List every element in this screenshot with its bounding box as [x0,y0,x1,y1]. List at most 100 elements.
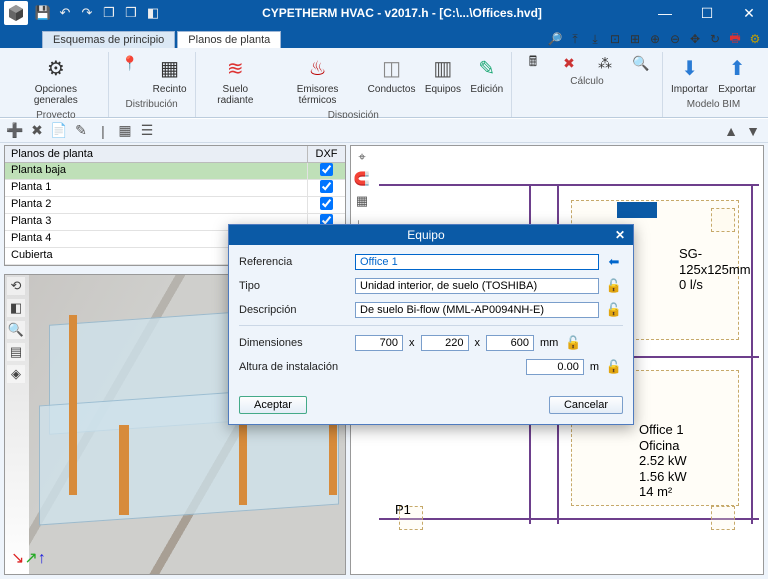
axis-triad: ↘↗↑ [11,548,46,568]
proj-icon[interactable]: ◧ [7,299,25,317]
pin-button[interactable]: 📍 [113,52,147,74]
import-icon: ⬇ [676,54,704,82]
calc-run-button[interactable]: 🖩 [516,52,550,74]
pan-icon[interactable]: ✥ [686,30,704,48]
ducts-button[interactable]: ◫Conductos [364,52,419,97]
type-label: Tipo [239,280,349,292]
layers-icon[interactable]: ☰ [138,122,156,140]
height-unit: m [590,361,599,373]
equipment-dialog: Equipo ✕ Referencia ⬅ Tipo 🔓 Descripción… [228,224,634,425]
heating-label: 1.56 kW [639,469,687,484]
back-arrow-icon[interactable]: ⬅ [605,253,623,271]
dialog-close-icon[interactable]: ✕ [615,228,625,242]
clip-icon[interactable]: ▤ [7,343,25,361]
undo-icon[interactable]: ↶ [56,4,74,22]
radiant-button[interactable]: ≋Suelo radiante [200,52,271,108]
flow-label: 0 l/s [679,277,703,292]
edit-icon: ✎ [473,54,501,82]
dim-d-input[interactable] [421,335,469,351]
dxf-check[interactable] [320,163,333,176]
copy-icon[interactable]: 📄 [50,122,68,140]
nav-up-icon[interactable]: ⤒ [566,30,584,48]
calc-check-button[interactable]: ✖ [552,52,586,74]
filter-icon[interactable]: ◧ [144,4,162,22]
dim-h-input[interactable] [486,335,534,351]
ref-input[interactable] [355,254,599,270]
zoom-out-icon[interactable]: ⊖ [666,30,684,48]
accept-button[interactable]: Aceptar [239,396,307,414]
rotate-icon[interactable]: ↻ [706,30,724,48]
tab-schemes[interactable]: Esquemas de principio [42,31,175,48]
minimize-button[interactable]: — [650,5,680,22]
gear-icon: ⚙ [42,54,70,82]
dim-w-input[interactable] [355,335,403,351]
edit-row-icon[interactable]: ✎ [72,122,90,140]
side-zoom-icon[interactable]: 🔍 [7,321,25,339]
group-calc: 🖩 ✖ ⁂ 🔍 Cálculo [512,52,663,117]
cancel-button[interactable]: Cancelar [549,396,623,414]
window-title: CYPETHERM HVAC - v2017.h - [C:\...\Offic… [162,6,642,20]
cube2-icon[interactable]: ❒ [122,4,140,22]
desc-input[interactable] [355,302,599,318]
grid-toggle-icon[interactable]: ▦ [353,192,371,210]
secondary-toolbar: ➕ ✖ 📄 ✎ | ▦ ☰ ▲ ▼ [0,119,768,143]
save-icon[interactable]: 💾 [34,4,52,22]
lock-icon[interactable]: 🔓 [605,277,623,295]
export-icon: ⬆ [723,54,751,82]
app-window: 💾 ↶ ↷ ❐ ❒ ◧ CYPETHERM HVAC - v2017.h - [… [0,0,768,579]
lock-icon[interactable]: 🔓 [564,334,582,352]
floor-row[interactable]: Planta baja [5,163,345,180]
ducts-icon: ◫ [378,54,406,82]
lock-icon[interactable]: 🔓 [605,358,623,376]
redo-icon[interactable]: ↷ [78,4,96,22]
desc-label: Descripción [239,304,349,316]
dxf-header: DXF [307,146,345,162]
edit-button[interactable]: ✎Edición [467,52,507,97]
zoom-in-icon[interactable]: ⊕ [646,30,664,48]
height-input[interactable] [526,359,584,375]
floor-row[interactable]: Planta 2 [5,197,345,214]
binoculars-icon[interactable]: 🔎 [546,30,564,48]
type-input[interactable] [355,278,599,294]
iso-icon[interactable]: ◈ [7,365,25,383]
group-bim: ⬇Importar ⬆Exportar Modelo BIM [663,52,764,117]
calc-zoom-button[interactable]: 🔍 [624,52,658,74]
dialog-titlebar[interactable]: Equipo ✕ [229,225,633,245]
group-arrangement: ≋Suelo radiante ♨Emisores térmicos ◫Cond… [196,52,512,117]
collapse-down-icon[interactable]: ▼ [744,122,762,140]
enclosure-button[interactable]: ▦Recinto [149,52,191,97]
config-icon[interactable]: ⚙ [746,30,764,48]
dim-label: Dimensiones [239,337,349,349]
lock-icon[interactable]: 🔓 [605,301,623,319]
maximize-button[interactable]: ☐ [692,5,722,22]
add-icon[interactable]: ➕ [6,122,24,140]
dxf-check[interactable] [320,197,333,210]
zoom-window-icon[interactable]: ⊞ [626,30,644,48]
nav-down-icon[interactable]: ⤓ [586,30,604,48]
orbit-icon[interactable]: ⟲ [7,277,25,295]
grille-label: SG-125x125mm [679,246,751,277]
emitters-button[interactable]: ♨Emisores térmicos [273,52,362,108]
export-button[interactable]: ⬆Exportar [714,52,760,97]
magnet-icon[interactable]: 🧲 [353,170,371,188]
import-button[interactable]: ⬇Importar [667,52,712,97]
delete-icon[interactable]: ✖ [28,122,46,140]
equip-button[interactable]: ▥Equipos [421,52,465,97]
tab-floors[interactable]: Planos de planta [177,31,281,48]
dxf-check[interactable] [320,180,333,193]
zoom-extent-icon[interactable]: ⊡ [606,30,624,48]
calc-wand-button[interactable]: ⁂ [588,52,622,74]
area-label: 14 m² [639,484,672,499]
pin-icon: 📍 [121,54,139,72]
general-options-button[interactable]: ⚙Opciones generales [8,52,104,108]
print-icon[interactable]: 🖶 [726,30,744,48]
cube1-icon[interactable]: ❐ [100,4,118,22]
floor-row[interactable]: Planta 1 [5,180,345,197]
group-project: ⚙Opciones generales Proyecto [4,52,109,117]
snap-icon[interactable]: ⌖ [353,148,371,166]
collapse-left-icon[interactable]: ▲ [722,122,740,140]
cross-check-icon: ✖ [560,54,578,72]
group-distribution: 📍 ▦Recinto Distribución [109,52,196,117]
close-button[interactable]: ✕ [734,5,764,22]
grid-icon[interactable]: ▦ [116,122,134,140]
